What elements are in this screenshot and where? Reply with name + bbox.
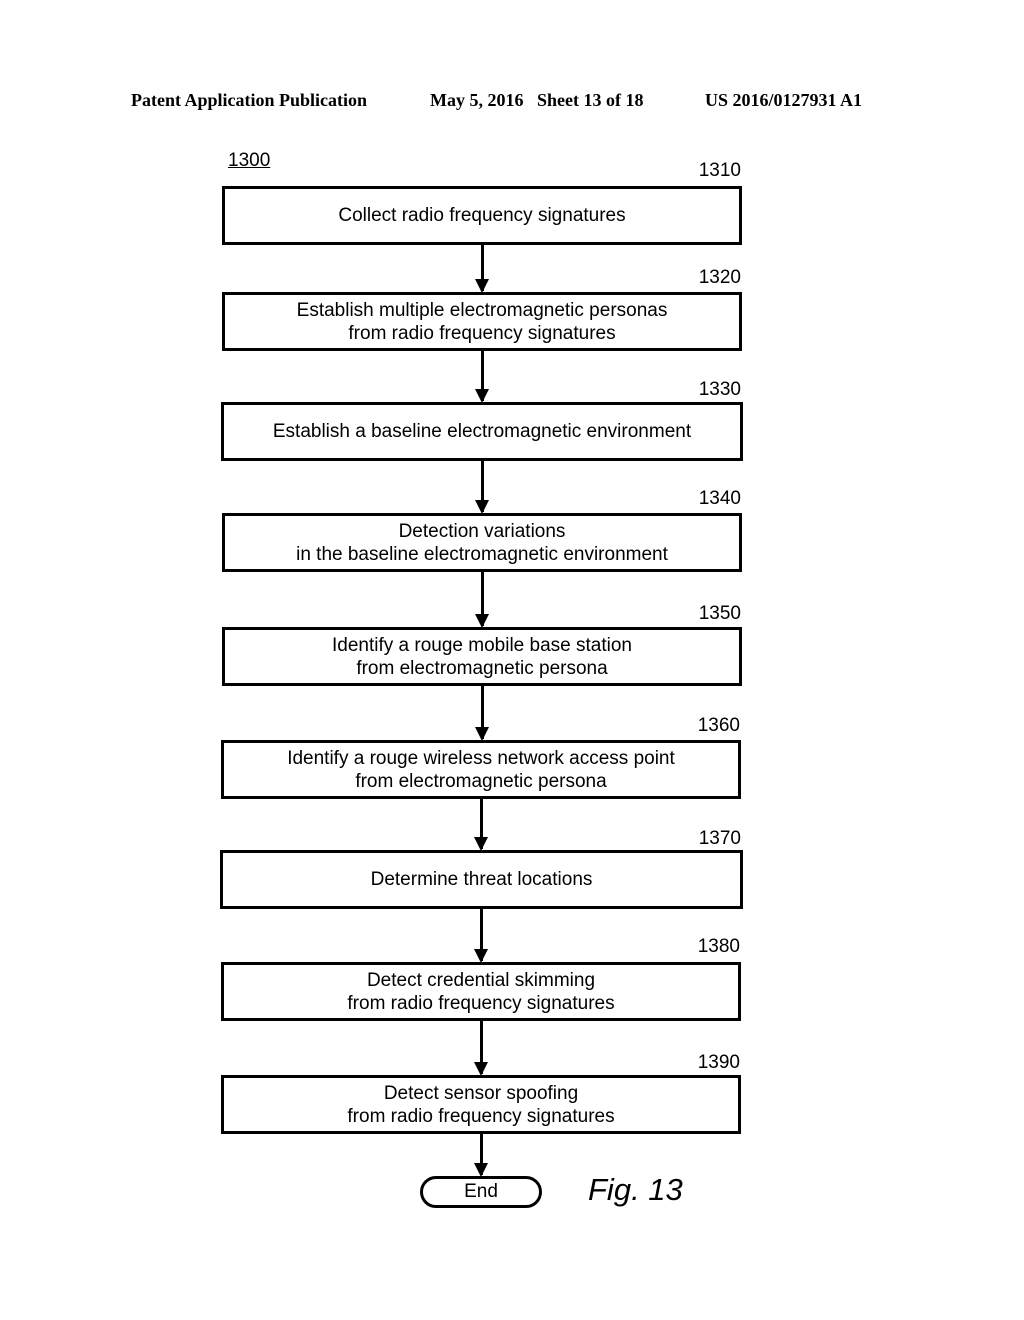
figure-reference-number: 1300 — [228, 150, 271, 171]
step-box-1370: Determine threat locations — [220, 850, 743, 909]
step-ref-1370: 1370 — [698, 828, 741, 849]
flow-arrow — [475, 686, 489, 741]
header-date-sheet: May 5, 2016 Sheet 13 of 18 — [430, 90, 644, 110]
step-ref-1330: 1330 — [698, 379, 741, 400]
step-box-1360: Identify a rouge wireless network access… — [221, 740, 741, 799]
flow-arrow — [474, 909, 488, 963]
step-box-1310: Collect radio frequency signatures — [222, 186, 742, 245]
step-box-1330: Establish a baseline electromagnetic env… — [221, 402, 743, 461]
step-box-1340: Detection variations in the baseline ele… — [222, 513, 742, 572]
flow-arrow — [474, 799, 488, 851]
header-publication: Patent Application Publication — [131, 90, 368, 110]
step-box-1380: Detect credential skimming from radio fr… — [221, 962, 741, 1021]
figure-label: Fig. 13 — [588, 1172, 683, 1207]
step-ref-1390: 1390 — [697, 1052, 740, 1073]
flow-arrow — [474, 1021, 488, 1076]
step-ref-1360: 1360 — [697, 715, 740, 736]
flow-arrow — [474, 1134, 488, 1177]
step-box-1320: Establish multiple electromagnetic perso… — [222, 292, 742, 351]
flow-arrow — [475, 245, 489, 293]
end-terminal: End — [420, 1176, 542, 1208]
step-box-1390: Detect sensor spoofing from radio freque… — [221, 1075, 741, 1134]
flow-arrow — [475, 351, 489, 403]
step-box-1350: Identify a rouge mobile base station fro… — [222, 627, 742, 686]
flow-arrow — [475, 572, 489, 628]
step-ref-1320: 1320 — [698, 267, 741, 288]
flow-arrow — [475, 461, 489, 514]
step-ref-1350: 1350 — [698, 603, 741, 624]
step-ref-1380: 1380 — [697, 936, 740, 957]
step-ref-1340: 1340 — [698, 488, 741, 509]
step-ref-1310: 1310 — [698, 160, 741, 181]
header-patent-number: US 2016/0127931 A1 — [705, 90, 863, 110]
